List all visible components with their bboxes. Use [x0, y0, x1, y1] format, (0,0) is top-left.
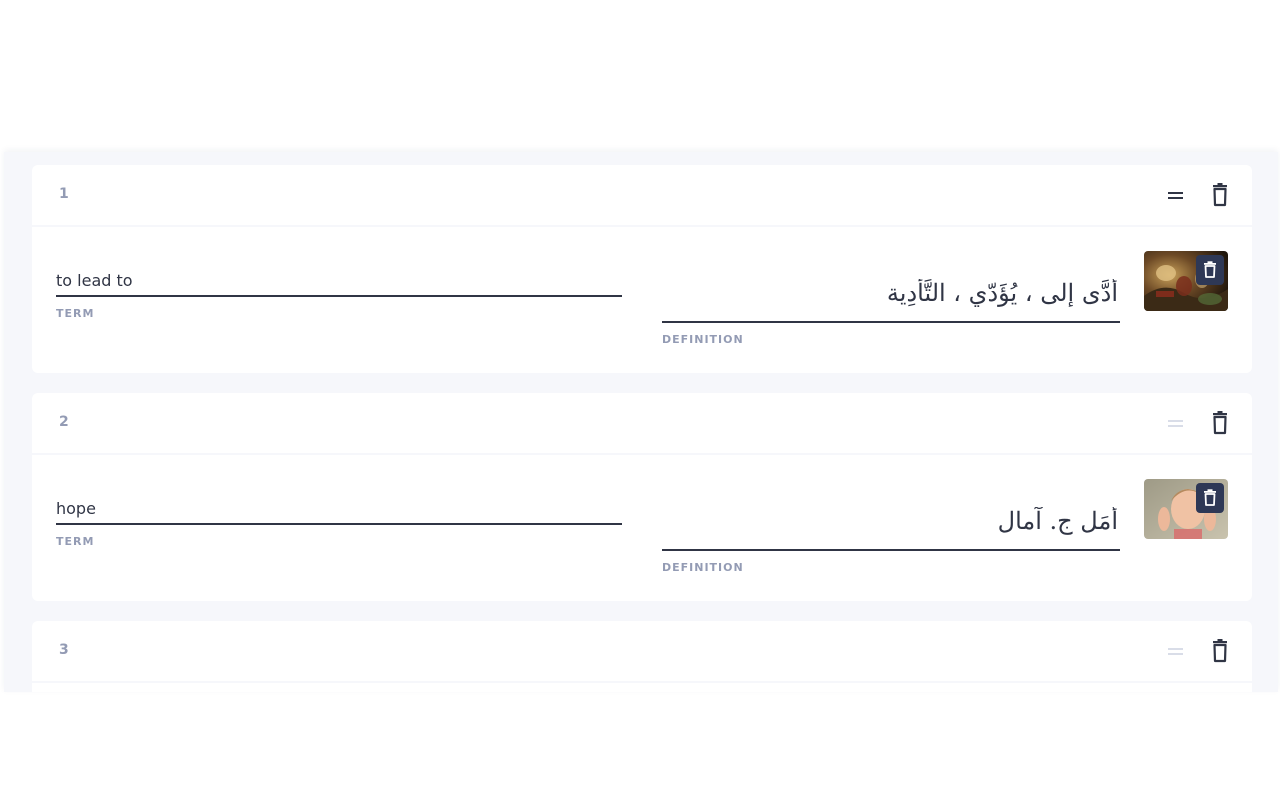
card-list: 1 TERM DEFINITION: [4, 152, 1278, 692]
card-number: 2: [59, 414, 69, 430]
drag-handle-icon[interactable]: [1163, 183, 1187, 207]
definition-input[interactable]: [662, 493, 1120, 551]
term-label: TERM: [56, 535, 95, 548]
definition-field: DEFINITION: [662, 493, 1120, 574]
term-input[interactable]: [56, 493, 622, 525]
card-header: 3: [32, 621, 1252, 683]
definition-label: DEFINITION: [662, 333, 744, 346]
card-number: 1: [59, 186, 69, 202]
trash-icon: [1204, 489, 1216, 506]
term-card: 3: [32, 621, 1252, 692]
image-thumbnail[interactable]: [1144, 251, 1228, 311]
trash-icon: [1213, 411, 1227, 435]
definition-input[interactable]: [662, 265, 1120, 323]
definition-label: DEFINITION: [662, 561, 744, 574]
term-label: TERM: [56, 307, 95, 320]
delete-card-button[interactable]: [1208, 638, 1232, 664]
delete-card-button[interactable]: [1208, 182, 1232, 208]
delete-card-button[interactable]: [1208, 410, 1232, 436]
card-number: 3: [59, 642, 69, 658]
term-field: TERM: [56, 265, 622, 320]
term-input[interactable]: [56, 265, 622, 297]
drag-handle-icon[interactable]: [1163, 411, 1187, 435]
image-thumbnail[interactable]: [1144, 479, 1228, 539]
trash-icon: [1204, 261, 1216, 278]
term-field: TERM: [56, 493, 622, 548]
remove-image-button[interactable]: [1196, 255, 1224, 285]
trash-icon: [1213, 639, 1227, 663]
card-header: 2: [32, 393, 1252, 455]
card-header: 1: [32, 165, 1252, 227]
drag-handle-icon[interactable]: [1163, 639, 1187, 663]
definition-field: DEFINITION: [662, 265, 1120, 346]
trash-icon: [1213, 183, 1227, 207]
term-card: 1 TERM DEFINITION: [32, 165, 1252, 373]
remove-image-button[interactable]: [1196, 483, 1224, 513]
term-card: 2 TERM DEFINITION: [32, 393, 1252, 601]
